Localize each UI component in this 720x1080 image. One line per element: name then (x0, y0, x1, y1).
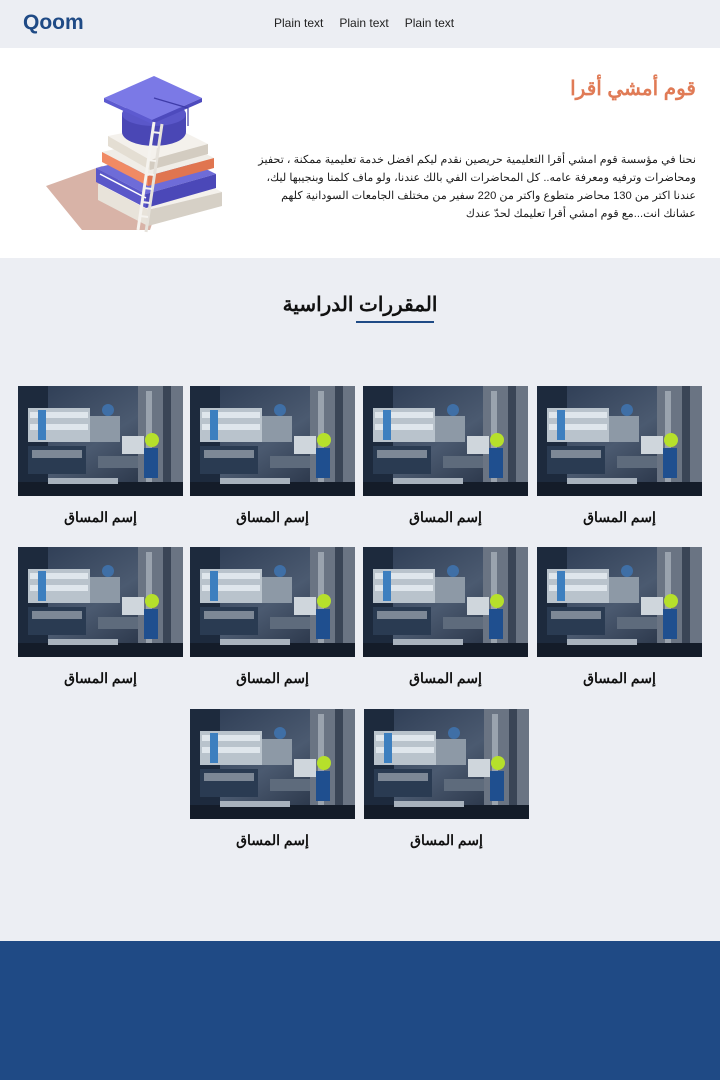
course-name: إسم المساق (64, 670, 137, 686)
course-name: إسم المساق (236, 509, 309, 525)
course-card[interactable]: إسم المساق (537, 547, 702, 692)
courses-section: المقررات الدراسية إسم المساق إسم المساق … (0, 258, 720, 941)
course-card[interactable]: إسم المساق (363, 386, 528, 531)
course-image (18, 386, 183, 496)
hero-section: قوم أمشي أقرا نحنا في مؤسسة قوم امشي أقر… (0, 48, 720, 258)
graduation-books-icon (46, 76, 222, 233)
nav-links: Plain text Plain text Plain text (266, 16, 462, 30)
course-image (18, 547, 183, 657)
course-name: إسم المساق (410, 832, 483, 848)
course-image (190, 547, 355, 657)
title-underline (356, 321, 434, 323)
course-image (190, 386, 355, 496)
course-name: إسم المساق (236, 670, 309, 686)
course-card[interactable]: إسم المساق (190, 547, 355, 692)
course-card[interactable]: إسم المساق (18, 547, 183, 692)
nav-link-2[interactable]: Plain text (331, 16, 396, 30)
course-card[interactable]: إسم المساق (190, 709, 355, 854)
hero-description: نحنا في مؤسسة قوم امشي أقرا التعليمية حر… (258, 154, 696, 220)
course-card[interactable]: إسم المساق (364, 709, 529, 854)
course-name: إسم المساق (409, 509, 482, 525)
course-image (364, 709, 529, 819)
course-card[interactable]: إسم المساق (190, 386, 355, 531)
nav-link-3[interactable]: Plain text (397, 16, 462, 30)
course-image (537, 386, 702, 496)
course-image (190, 709, 355, 819)
course-card[interactable]: إسم المساق (18, 386, 183, 531)
brand-logo[interactable]: Qoom (23, 11, 84, 35)
course-name: إسم المساق (583, 509, 656, 525)
course-name: إسم المساق (236, 832, 309, 848)
hero-title: قوم أمشي أقرا (570, 78, 696, 100)
section-title: المقررات الدراسية (282, 294, 438, 316)
course-image (363, 386, 528, 496)
course-card[interactable]: إسم المساق (537, 386, 702, 531)
footer (0, 941, 720, 1080)
course-card[interactable]: إسم المساق (363, 547, 528, 692)
course-name: إسم المساق (64, 509, 137, 525)
course-name: إسم المساق (583, 670, 656, 686)
course-name: إسم المساق (409, 670, 482, 686)
nav-link-1[interactable]: Plain text (266, 16, 331, 30)
course-image (537, 547, 702, 657)
course-image (363, 547, 528, 657)
navbar: Qoom Plain text Plain text Plain text (0, 0, 720, 48)
